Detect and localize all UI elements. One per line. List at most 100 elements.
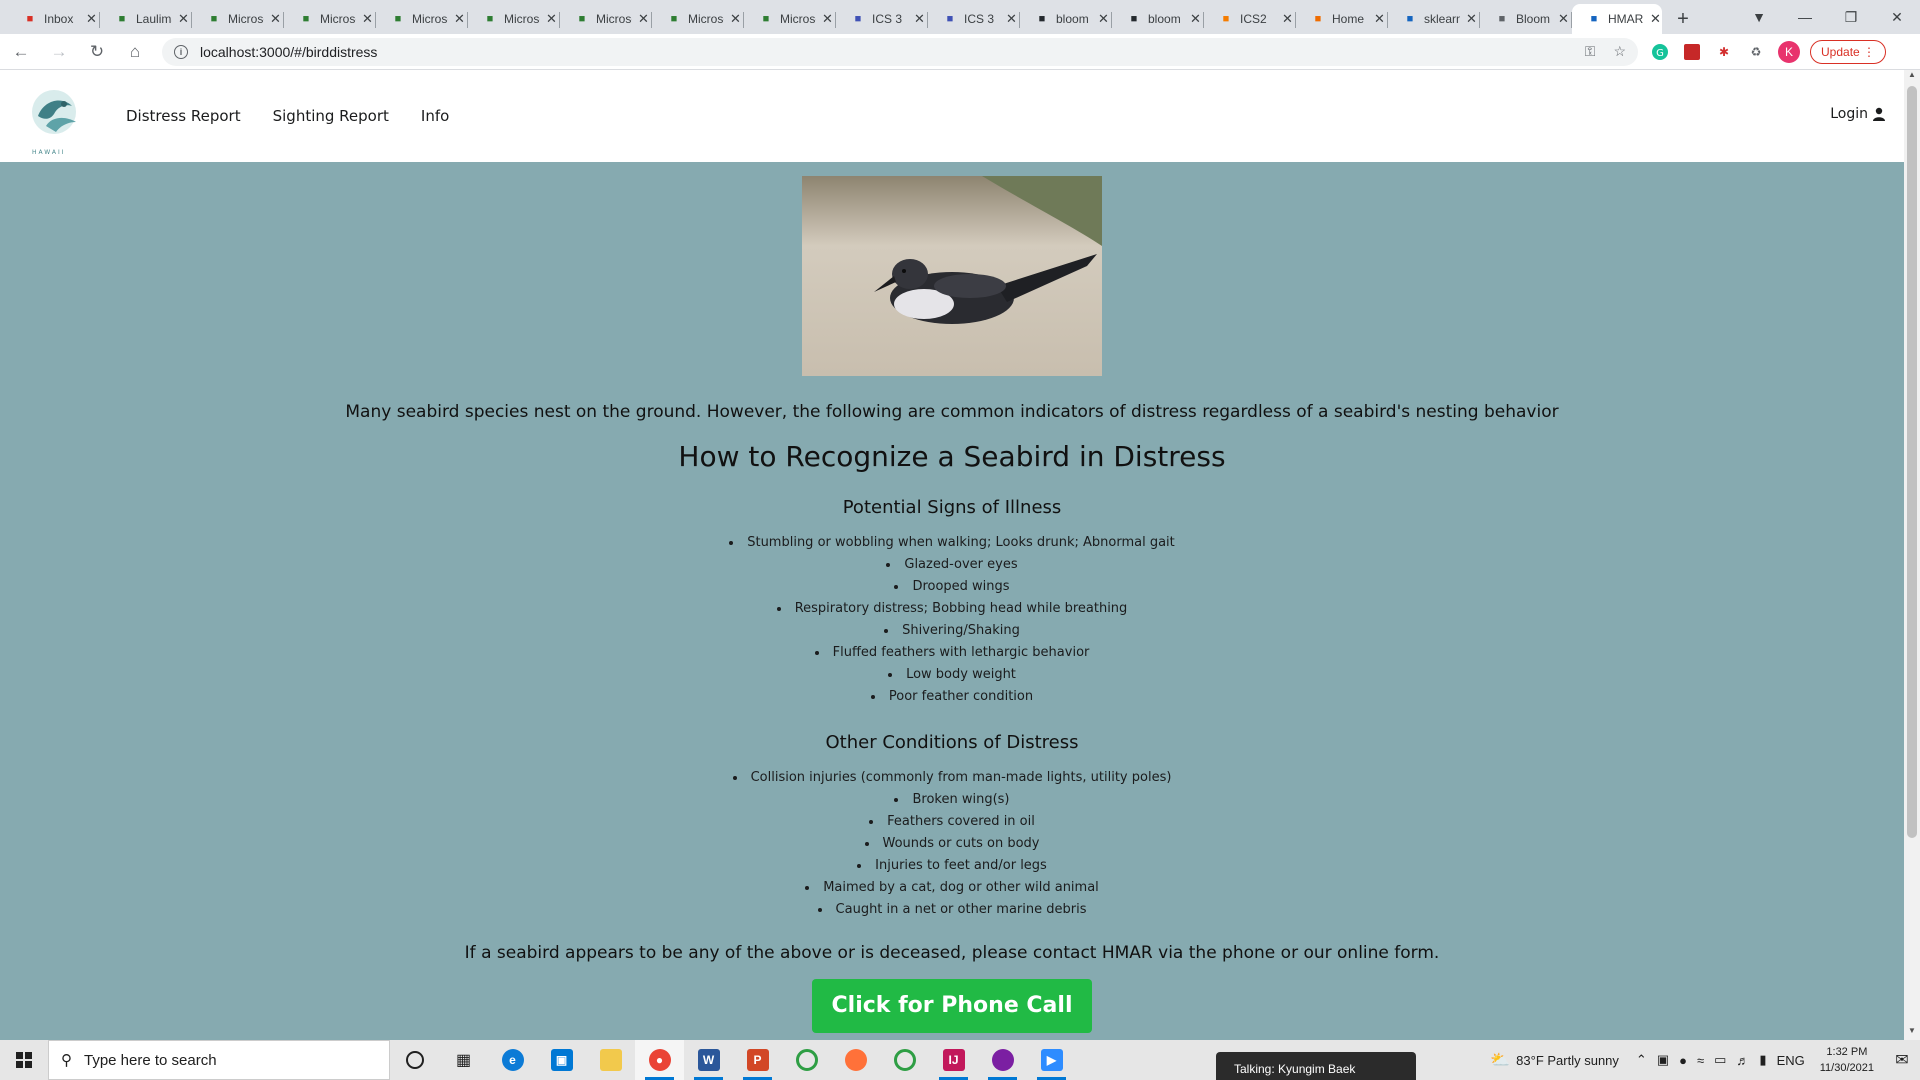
tab-title: bloom: [1148, 12, 1181, 26]
zoom-icon[interactable]: ▶: [1027, 1040, 1076, 1080]
edge-icon[interactable]: e: [488, 1040, 537, 1080]
browser-tab[interactable]: ■ Microsoft ✕: [376, 4, 468, 34]
volume-icon[interactable]: ♬: [1736, 1053, 1749, 1068]
browser-tab[interactable]: ■ Microsoft ✕: [192, 4, 284, 34]
word-icon[interactable]: W: [684, 1040, 733, 1080]
display-icon[interactable]: ▭: [1714, 1052, 1726, 1068]
file-explorer-icon[interactable]: [586, 1040, 635, 1080]
tab-close-icon[interactable]: ✕: [178, 11, 189, 27]
tab-close-icon[interactable]: ✕: [86, 11, 97, 27]
microphone-icon[interactable]: ●: [1679, 1053, 1687, 1068]
profile-avatar[interactable]: K: [1778, 40, 1800, 63]
browser-tab[interactable]: ■ Inbox ✕: [8, 4, 100, 34]
scroll-up-icon[interactable]: ▲: [1904, 70, 1920, 84]
red-extension-icon[interactable]: [1682, 42, 1702, 62]
browser-tab[interactable]: ■ Microsoft ✕: [652, 4, 744, 34]
firefox-icon[interactable]: [831, 1040, 880, 1080]
meet-now-icon[interactable]: ▣: [1657, 1052, 1669, 1068]
tab-close-icon[interactable]: ✕: [1006, 11, 1017, 27]
list-item: Fluffed feathers with lethargic behavior: [0, 642, 1904, 664]
tab-close-icon[interactable]: ✕: [1466, 11, 1477, 27]
tab-close-icon[interactable]: ✕: [362, 11, 373, 27]
intellij-icon[interactable]: IJ: [929, 1040, 978, 1080]
store-icon[interactable]: ▣: [537, 1040, 586, 1080]
nav-link-sighting-report[interactable]: Sighting Report: [273, 107, 389, 125]
tab-search-icon[interactable]: ▼: [1736, 9, 1782, 25]
home-icon[interactable]: ⌂: [118, 37, 152, 67]
tab-close-icon[interactable]: ✕: [730, 11, 741, 27]
browser-tab[interactable]: ■ Microsoft ✕: [468, 4, 560, 34]
purple-app-icon[interactable]: [978, 1040, 1027, 1080]
close-window-icon[interactable]: ✕: [1874, 9, 1920, 26]
tab-close-icon[interactable]: ✕: [546, 11, 557, 27]
battery-icon[interactable]: ▮: [1759, 1052, 1766, 1068]
browser-tab[interactable]: ■ ICS 3 ✕: [836, 4, 928, 34]
green-ring-icon-2[interactable]: [880, 1040, 929, 1080]
task-view-icon[interactable]: ▦: [439, 1040, 488, 1080]
extensions-puzzle-icon[interactable]: ♻: [1746, 42, 1766, 62]
browser-tab[interactable]: ■ Laulima ✕: [100, 4, 192, 34]
system-tray: ⛅ 83°F Partly sunny ⌃ ▣ ● ≈ ▭ ♬ ▮ ENG 1:…: [1490, 1040, 1920, 1080]
grammarly-extension-icon[interactable]: G: [1650, 42, 1670, 62]
tab-close-icon[interactable]: ✕: [1098, 11, 1109, 27]
new-tab-button[interactable]: +: [1668, 4, 1698, 34]
tab-close-icon[interactable]: ✕: [1374, 11, 1385, 27]
page-scrollbar[interactable]: ▲ ▼: [1904, 70, 1920, 1040]
tab-close-icon[interactable]: ✕: [822, 11, 833, 27]
chrome-icon[interactable]: ●: [635, 1040, 684, 1080]
list-item: Shivering/Shaking: [0, 620, 1904, 642]
show-hidden-icons-icon[interactable]: ⌃: [1636, 1052, 1647, 1068]
browser-tab[interactable]: ■ ICS2 ✕: [1204, 4, 1296, 34]
browser-tab[interactable]: ■ Home ✕: [1296, 4, 1388, 34]
green-ring-icon[interactable]: [782, 1040, 831, 1080]
site-info-icon[interactable]: i: [174, 44, 188, 59]
browser-tab[interactable]: ■ Microsoft ✕: [560, 4, 652, 34]
nav-link-info[interactable]: Info: [421, 107, 449, 125]
browser-tab[interactable]: ■ Microsoft ✕: [284, 4, 376, 34]
clock[interactable]: 1:32 PM 11/30/2021: [1820, 1044, 1874, 1076]
browser-tab[interactable]: ■ bloom ✕: [1112, 4, 1204, 34]
tab-close-icon[interactable]: ✕: [1282, 11, 1293, 27]
browser-tab[interactable]: ■ Bloom ✕: [1480, 4, 1572, 34]
powerpoint-icon[interactable]: P: [733, 1040, 782, 1080]
minimize-icon[interactable]: —: [1782, 9, 1828, 25]
scroll-thumb[interactable]: [1907, 86, 1917, 838]
cortana-icon[interactable]: [390, 1040, 439, 1080]
media-notification[interactable]: Talking: Kyungim Baek: [1216, 1052, 1416, 1080]
tab-close-icon[interactable]: ✕: [1650, 11, 1661, 27]
browser-tab[interactable]: ■ Microsoft ✕: [744, 4, 836, 34]
tab-close-icon[interactable]: ✕: [1558, 11, 1569, 27]
tab-close-icon[interactable]: ✕: [914, 11, 925, 27]
back-icon[interactable]: ←: [4, 37, 38, 67]
hmar-logo[interactable]: HAWAII: [26, 86, 86, 156]
notifications-icon[interactable]: ✉: [1884, 1050, 1920, 1070]
birds-extension-icon[interactable]: ✱: [1714, 42, 1734, 62]
bookmark-star-icon[interactable]: ☆: [1613, 43, 1626, 60]
address-bar[interactable]: i localhost:3000/#/birddistress ⚿ ☆: [162, 37, 1638, 66]
tab-close-icon[interactable]: ✕: [1190, 11, 1201, 27]
restore-icon[interactable]: ❐: [1828, 9, 1874, 26]
weather-widget[interactable]: ⛅ 83°F Partly sunny: [1490, 1050, 1619, 1070]
forward-icon[interactable]: →: [42, 37, 76, 67]
browser-tab[interactable]: ■ HMAR ✕: [1572, 4, 1662, 34]
tab-close-icon[interactable]: ✕: [270, 11, 281, 27]
url-text[interactable]: localhost:3000/#/birddistress: [200, 44, 1567, 60]
tab-close-icon[interactable]: ✕: [454, 11, 465, 27]
browser-tab[interactable]: ■ ICS 3 ✕: [928, 4, 1020, 34]
tab-close-icon[interactable]: ✕: [638, 11, 649, 27]
login-link[interactable]: Login: [1830, 106, 1886, 122]
nav-link-distress-report[interactable]: Distress Report: [126, 107, 241, 125]
update-button[interactable]: Update ⋮: [1810, 39, 1887, 64]
key-icon[interactable]: ⚿: [1585, 43, 1596, 60]
taskbar-search-box[interactable]: ⚲ Type here to search: [48, 1040, 390, 1080]
phone-call-button[interactable]: Click for Phone Call: [812, 979, 1092, 1033]
reload-icon[interactable]: ↻: [80, 37, 114, 67]
windows-start-icon[interactable]: [0, 1040, 48, 1080]
browser-tab[interactable]: ■ bloom ✕: [1020, 4, 1112, 34]
language-indicator[interactable]: ENG: [1777, 1053, 1805, 1068]
gmail-icon: ■: [26, 13, 34, 25]
network-icon[interactable]: ≈: [1697, 1053, 1704, 1068]
browser-tab[interactable]: ■ sklearn ✕: [1388, 4, 1480, 34]
scroll-down-icon[interactable]: ▼: [1904, 1026, 1920, 1040]
globe-icon: ■: [1498, 13, 1506, 25]
